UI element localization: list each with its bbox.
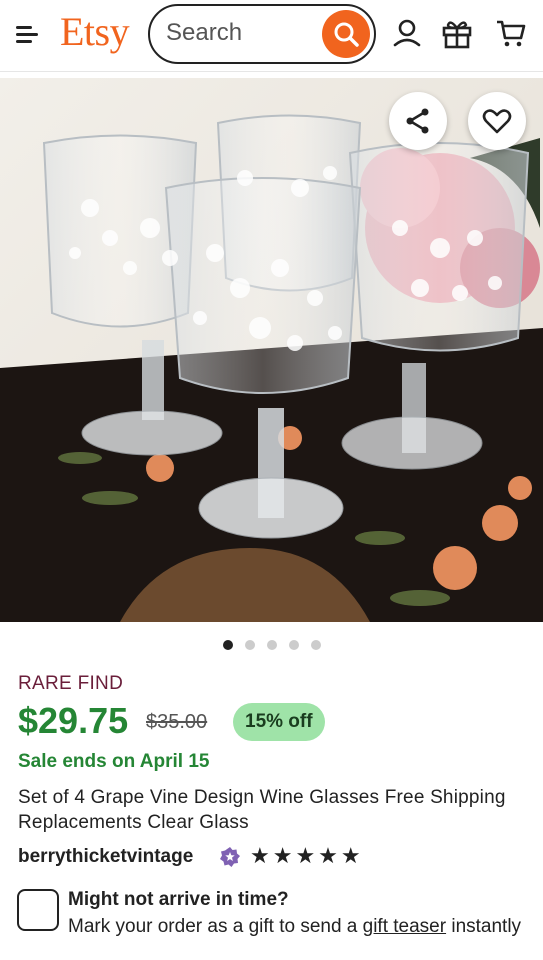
gift-teaser-link[interactable]: gift teaser [363, 916, 446, 937]
rare-find-badge: RARE FIND [18, 673, 124, 694]
cart-icon [497, 20, 526, 47]
wine-glasses-photo [0, 78, 543, 622]
gift-icon [442, 21, 472, 49]
product-image[interactable] [0, 78, 543, 622]
gift-description: Mark your order as a gift to send a gift… [68, 915, 528, 939]
account-button[interactable] [390, 16, 424, 50]
gift-button[interactable] [440, 16, 474, 50]
gallery-pagination [0, 640, 543, 652]
original-price: $35.00 [146, 711, 208, 733]
gift-description-suffix: instantly [446, 916, 522, 937]
gallery-dot-4[interactable] [288, 640, 299, 650]
favorite-button[interactable] [468, 92, 526, 150]
menu-icon[interactable] [14, 20, 42, 48]
gallery-dot-1[interactable] [222, 640, 233, 650]
search-icon [334, 22, 359, 47]
gallery-dot-3[interactable] [266, 640, 277, 650]
sale-price: $29.75 [18, 700, 129, 741]
gift-checkbox[interactable] [17, 889, 59, 931]
share-icon [406, 108, 429, 134]
search-input[interactable] [166, 19, 316, 47]
heart-icon [482, 109, 512, 134]
account-icon [393, 19, 421, 47]
search-bar[interactable] [148, 4, 376, 64]
gallery-dot-2[interactable] [244, 640, 255, 650]
rating-stars[interactable]: ★★★★★ [250, 843, 364, 869]
etsy-logo[interactable]: Etsy [60, 8, 130, 55]
gallery-dot-5[interactable] [310, 640, 321, 650]
gift-description-text: Mark your order as a gift to send a [68, 916, 363, 937]
gift-title: Might not arrive in time? [68, 889, 289, 910]
search-button[interactable] [322, 10, 370, 58]
top-bar: Etsy [0, 0, 543, 72]
cart-button[interactable] [494, 16, 528, 50]
product-title: Set of 4 Grape Vine Design Wine Glasses … [18, 787, 506, 833]
star-seller-icon [220, 847, 240, 867]
shop-name-link[interactable]: berrythicketvintage [18, 846, 193, 868]
sale-ends-text: Sale ends on April 15 [18, 751, 210, 772]
share-button[interactable] [389, 92, 447, 150]
discount-badge: 15% off [233, 703, 325, 741]
